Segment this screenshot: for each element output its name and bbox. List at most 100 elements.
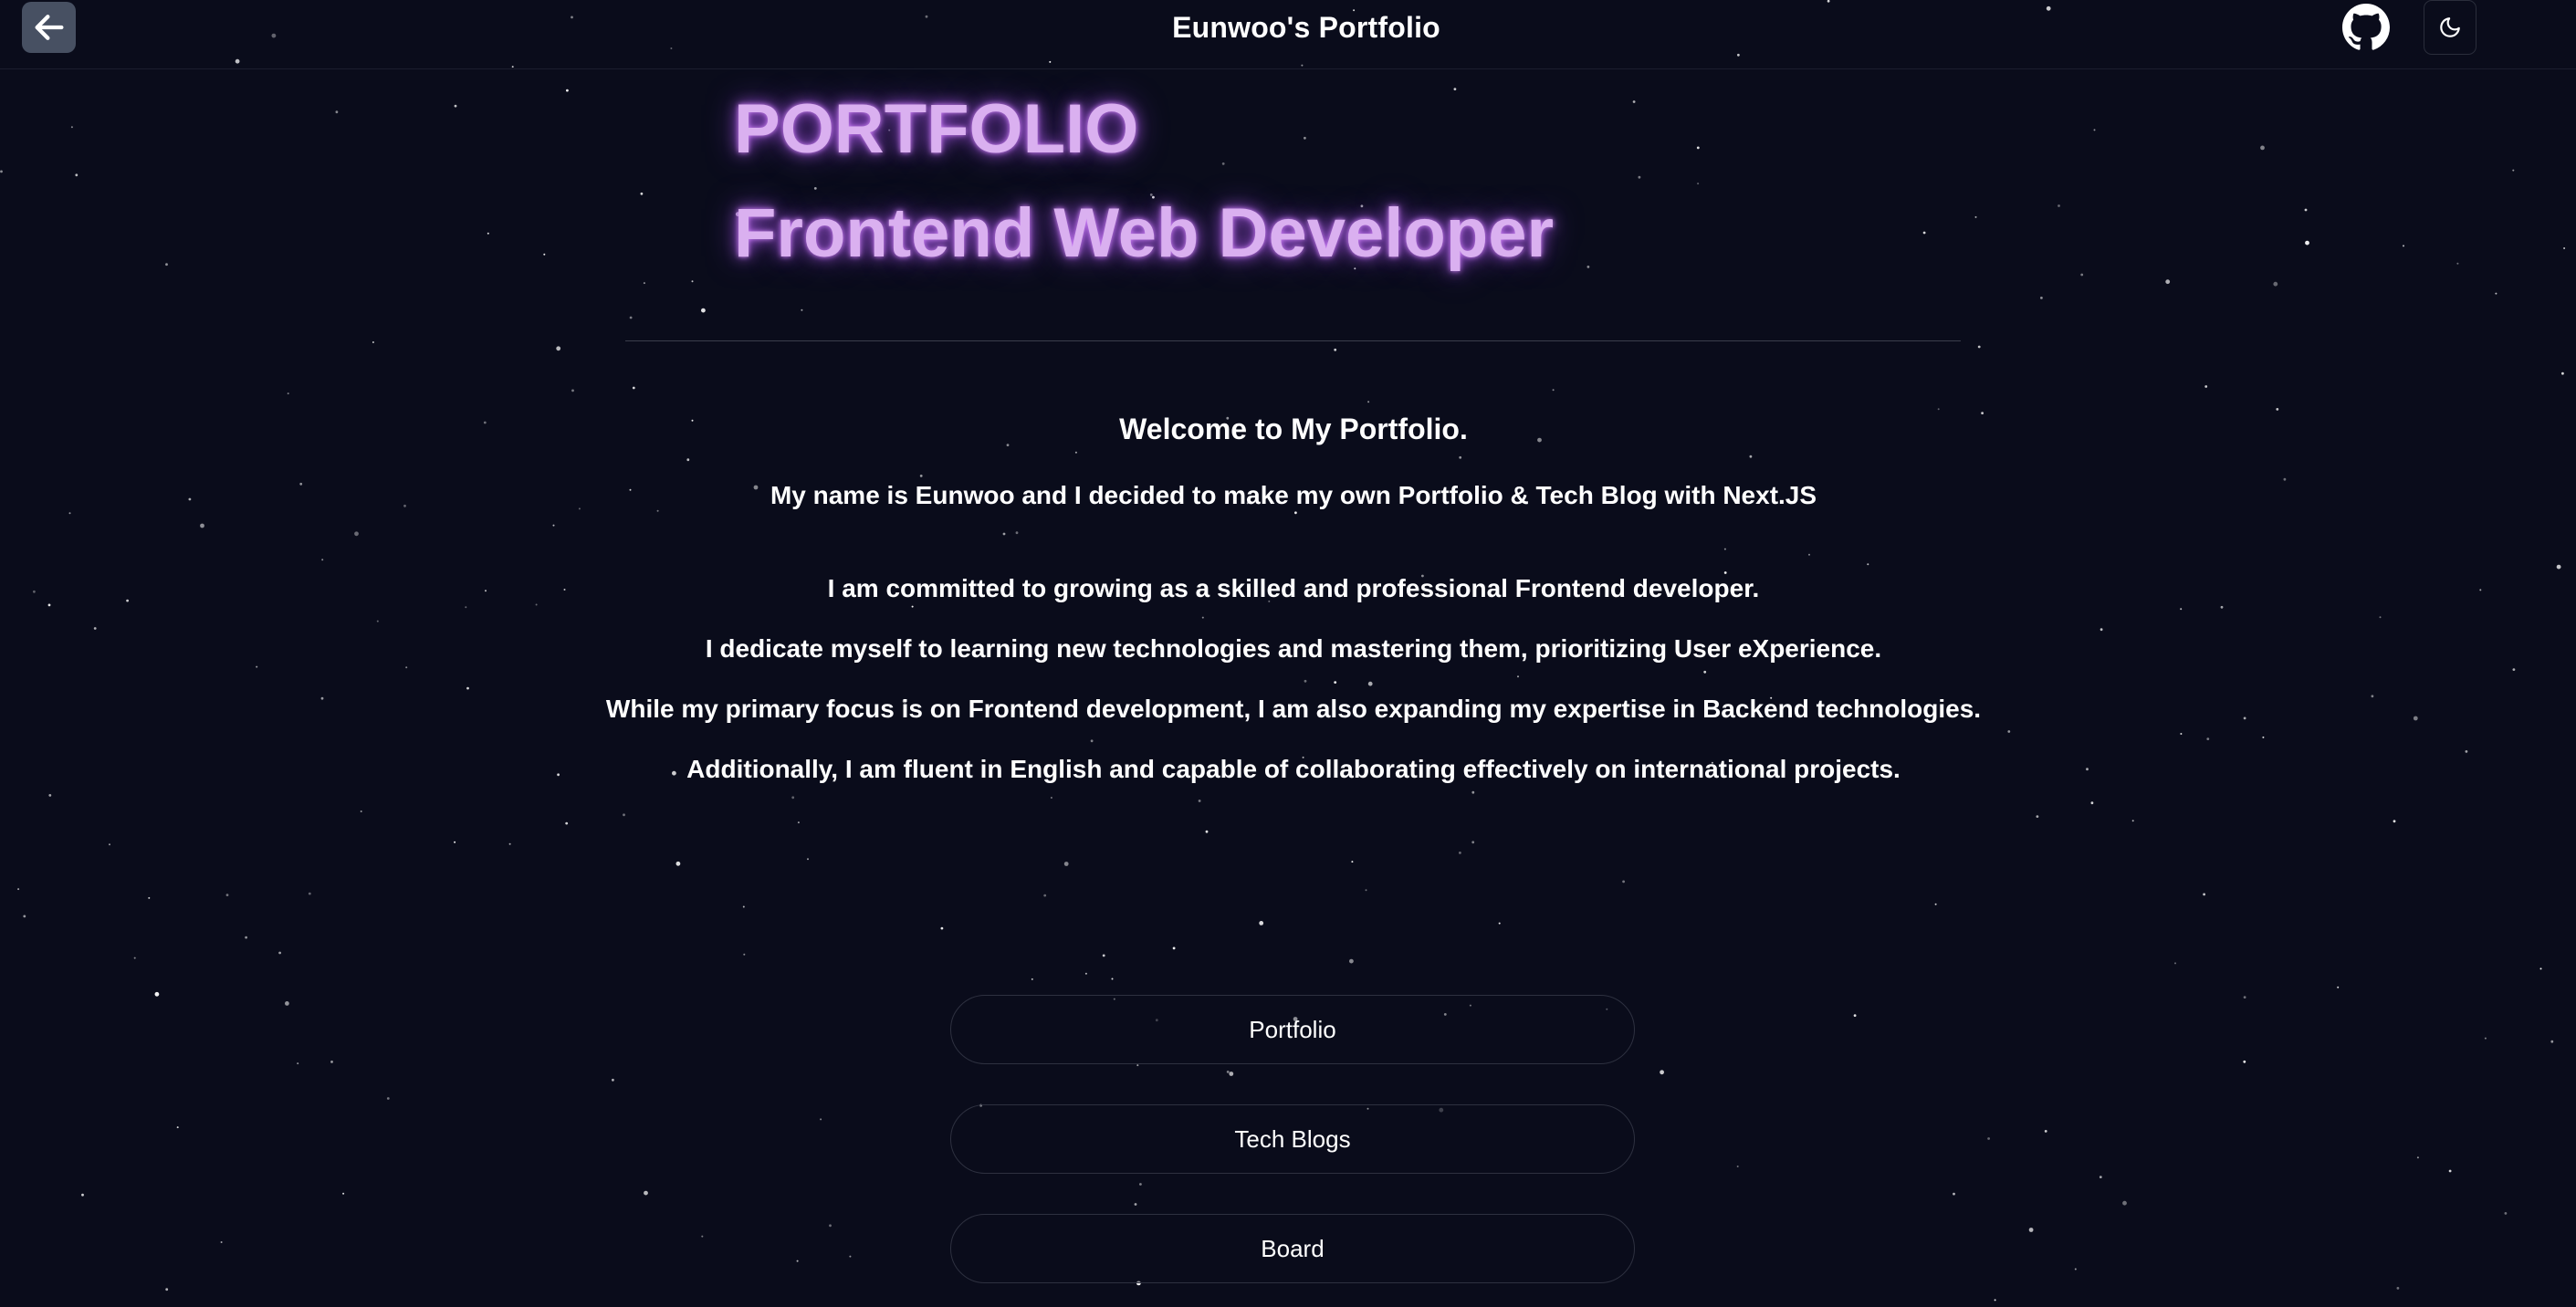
page: Eunwoo's Portfolio PORTFOLIO Frontend We…: [0, 0, 2576, 1307]
star: [1853, 1014, 1857, 1017]
star: [70, 126, 73, 129]
star: [911, 605, 914, 608]
star: [354, 531, 359, 537]
star: [335, 110, 339, 114]
star: [640, 192, 644, 195]
star: [2131, 820, 2134, 822]
star: [75, 173, 79, 177]
star: [1638, 175, 1641, 179]
star: [2090, 801, 2094, 805]
star: [1867, 563, 1869, 566]
star: [1471, 790, 1475, 794]
star: [791, 796, 795, 800]
star: [829, 1224, 832, 1228]
star: [321, 559, 324, 561]
star: [1703, 670, 1707, 674]
star: [360, 810, 362, 812]
star: [2556, 564, 2561, 570]
star: [701, 1235, 704, 1238]
star: [2403, 245, 2404, 247]
star: [2044, 1130, 2047, 1133]
star: [48, 794, 52, 797]
star: [2416, 1156, 2419, 1159]
star: [465, 606, 467, 609]
star: [1304, 679, 1307, 683]
star: [2206, 737, 2210, 740]
star: [256, 665, 258, 668]
star: [571, 389, 574, 392]
star: [1334, 681, 1337, 684]
star: [133, 957, 136, 959]
star: [342, 1192, 345, 1195]
star: [686, 458, 690, 462]
star: [1304, 136, 1306, 140]
star: [919, 475, 923, 477]
star: [308, 892, 311, 895]
star: [2074, 1268, 2077, 1270]
star: [2040, 297, 2043, 299]
star: [165, 1288, 169, 1291]
star: [801, 308, 803, 311]
star: [612, 1078, 614, 1082]
star: [1111, 978, 1114, 980]
intro-text: While my primary focus is on Frontend de…: [605, 695, 1982, 723]
star: [1334, 348, 1337, 351]
star: [386, 1097, 390, 1100]
star: [629, 316, 633, 319]
star: [1090, 739, 1094, 743]
star: [2539, 967, 2542, 970]
star: [644, 1190, 648, 1196]
star: [1221, 162, 1225, 165]
star: [2260, 145, 2265, 151]
star: [623, 813, 625, 817]
star: [405, 666, 408, 669]
intro-text: My name is Eunwoo and I decided to make …: [770, 481, 1817, 509]
star: [1365, 889, 1367, 892]
star: [1453, 88, 1457, 90]
star: [2203, 893, 2206, 896]
star: [200, 523, 204, 528]
star: [376, 620, 379, 622]
star: [93, 627, 97, 630]
star: [1063, 862, 1069, 866]
star: [2305, 240, 2309, 246]
star: [2058, 204, 2060, 207]
star: [220, 1241, 223, 1243]
tech-blogs-button[interactable]: Tech Blogs: [950, 1104, 1635, 1174]
star: [1471, 841, 1475, 844]
star: [2243, 1060, 2246, 1063]
star: [2561, 371, 2564, 375]
star: [2495, 292, 2497, 295]
star: [1367, 681, 1373, 686]
star: [1015, 531, 1019, 535]
star: [2512, 668, 2516, 671]
github-link[interactable]: [2342, 4, 2390, 51]
star: [1201, 616, 1204, 619]
star: [2099, 1176, 2102, 1178]
star: [556, 346, 561, 351]
star: [2036, 815, 2039, 818]
star: [1517, 675, 1519, 678]
star: [565, 821, 569, 825]
star: [487, 232, 489, 235]
hero-title: PORTFOLIO: [734, 90, 1139, 168]
star: [245, 936, 247, 939]
board-button[interactable]: Board: [950, 1214, 1635, 1283]
star: [225, 894, 229, 896]
star: [508, 842, 511, 845]
star: [148, 896, 151, 899]
star: [1172, 946, 1176, 950]
star: [287, 392, 289, 395]
star: [2465, 750, 2468, 753]
star: [1622, 880, 1625, 884]
star: [797, 821, 800, 824]
star: [372, 341, 374, 343]
star: [2276, 408, 2279, 411]
star: [701, 308, 706, 313]
star: [1084, 972, 1087, 975]
star: [552, 524, 555, 527]
theme-toggle-button[interactable]: [2424, 0, 2477, 55]
star: [742, 905, 745, 908]
star: [2007, 730, 2011, 733]
portfolio-button[interactable]: Portfolio: [950, 995, 1635, 1064]
